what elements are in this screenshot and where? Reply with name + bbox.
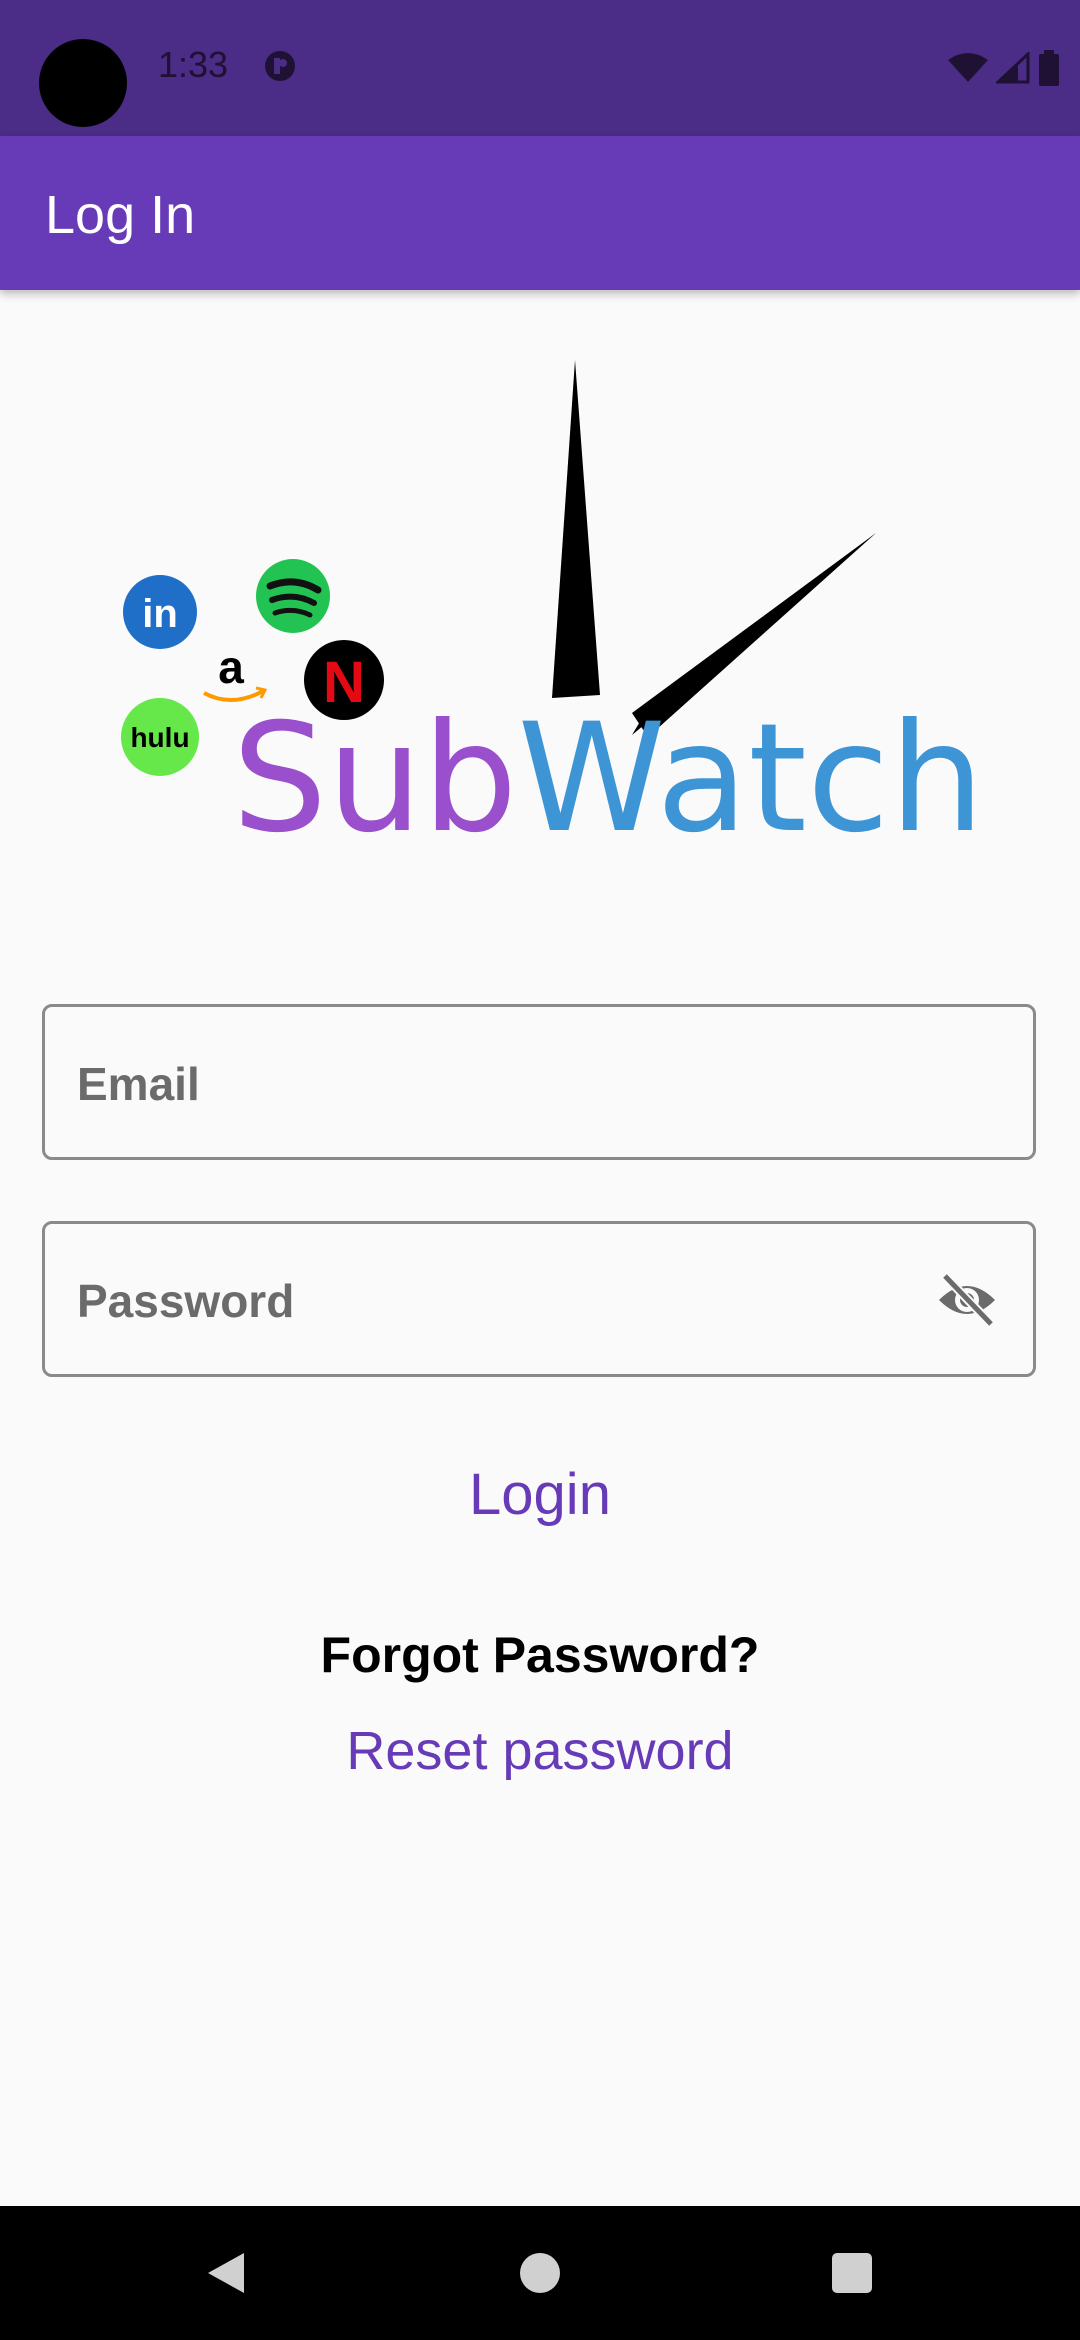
visibility-off-icon[interactable] [935,1270,999,1330]
back-icon[interactable] [204,2251,248,2295]
status-icons [948,48,1060,88]
linkedin-logo: in [123,575,197,649]
email-label: Email [77,1058,200,1110]
wifi-icon [948,53,988,82]
brand-wordmark: SubWatch [232,692,980,850]
password-label: Password [77,1275,295,1327]
page-title: Log In [45,185,196,245]
camera-cutout [39,39,127,127]
recents-icon[interactable] [830,2251,874,2295]
spotify-logo [256,559,330,633]
battery-icon [1039,50,1059,86]
svg-text:a: a [218,641,244,693]
forgot-password-heading: Forgot Password? [320,1627,760,1683]
status-bar: 1:33 [0,0,1080,136]
clock-hand-long-icon [552,360,600,698]
signal-icon [996,52,1030,84]
subwatch-logo: in a N hulu SubWatch [121,360,980,850]
email-field[interactable]: Email [42,1004,1036,1160]
home-icon[interactable] [518,2251,562,2295]
reset-password-link[interactable]: Reset password [0,1720,1080,1782]
app-bar: Log In [0,136,1080,290]
app-notification-icon [265,51,295,81]
svg-text:in: in [142,592,178,636]
svg-text:hulu: hulu [130,722,189,753]
navigation-bar [0,2206,1080,2340]
password-field[interactable]: Password [42,1221,1036,1377]
status-time: 1:33 [158,44,229,85]
login-button[interactable]: Login [0,1460,1080,1529]
hulu-logo: hulu [121,698,199,776]
